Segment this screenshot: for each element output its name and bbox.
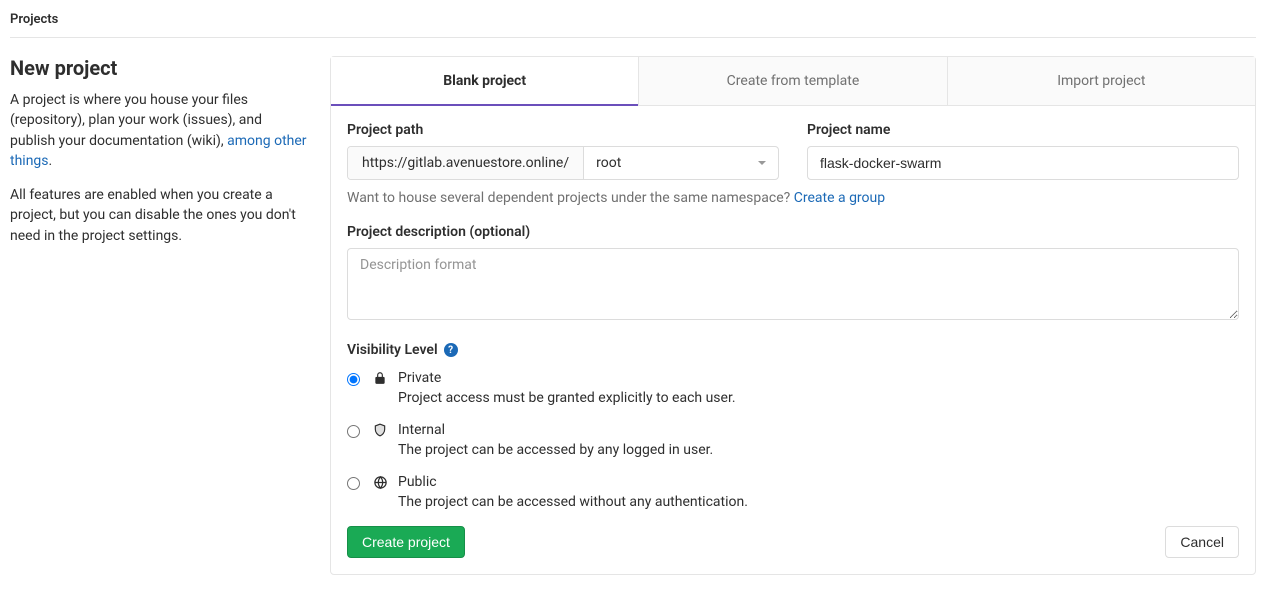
tab-create-from-template[interactable]: Create from template	[639, 57, 947, 105]
side-desc-1-text: A project is where you house your files …	[10, 92, 262, 149]
hint-text: Want to house several dependent projects…	[347, 190, 794, 206]
tabs: Blank project Create from template Impor…	[331, 57, 1255, 106]
namespace-value: root	[596, 155, 621, 171]
project-name-label: Project name	[807, 122, 1239, 138]
globe-icon	[372, 475, 388, 510]
page-title: New project	[10, 56, 310, 80]
divider	[10, 37, 1256, 38]
private-desc: Project access must be granted explicitl…	[398, 390, 736, 406]
visibility-level-text: Visibility Level	[347, 342, 438, 358]
project-name-input[interactable]	[807, 146, 1239, 180]
cancel-button[interactable]: Cancel	[1165, 526, 1239, 558]
help-icon[interactable]: ?	[444, 343, 458, 357]
radio-internal[interactable]	[347, 425, 360, 438]
tab-import-project[interactable]: Import project	[948, 57, 1255, 105]
radio-private[interactable]	[347, 373, 360, 386]
shield-icon	[372, 423, 388, 458]
radio-public[interactable]	[347, 477, 360, 490]
lock-icon	[372, 371, 388, 406]
visibility-level-label: Visibility Level ?	[347, 342, 1239, 358]
namespace-select[interactable]: root	[584, 147, 778, 179]
visibility-option-internal[interactable]: Internal The project can be accessed by …	[347, 422, 1239, 458]
chevron-down-icon	[758, 161, 766, 165]
side-desc-2: All features are enabled when you create…	[10, 185, 310, 246]
project-description-label: Project description (optional)	[347, 224, 1239, 240]
internal-desc: The project can be accessed by any logge…	[398, 442, 713, 458]
private-title: Private	[398, 370, 736, 386]
tab-blank-project[interactable]: Blank project	[331, 57, 639, 105]
side-desc-1: A project is where you house your files …	[10, 90, 310, 171]
visibility-option-public[interactable]: Public The project can be accessed witho…	[347, 474, 1239, 510]
namespace-hint: Want to house several dependent projects…	[347, 190, 1239, 206]
visibility-option-private[interactable]: Private Project access must be granted e…	[347, 370, 1239, 406]
project-path-prefix: https://gitlab.avenuestore.online/	[348, 147, 584, 179]
project-path-label: Project path	[347, 122, 779, 138]
project-path-group: https://gitlab.avenuestore.online/ root	[347, 146, 779, 180]
public-title: Public	[398, 474, 748, 490]
internal-title: Internal	[398, 422, 713, 438]
public-desc: The project can be accessed without any …	[398, 494, 748, 510]
project-description-input[interactable]	[347, 248, 1239, 320]
create-project-button[interactable]: Create project	[347, 526, 465, 558]
create-group-link[interactable]: Create a group	[794, 190, 885, 206]
side-desc-1-post: .	[49, 153, 53, 169]
breadcrumb[interactable]: Projects	[10, 8, 1256, 37]
